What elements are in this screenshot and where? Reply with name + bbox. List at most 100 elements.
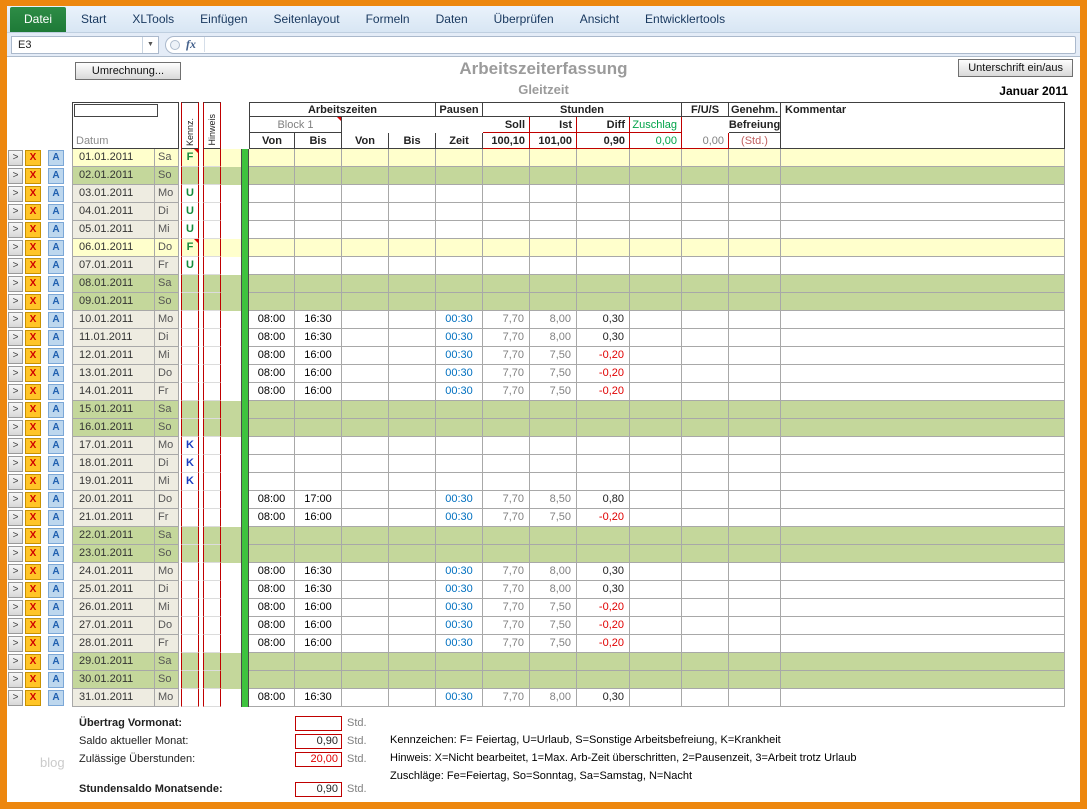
soll-cell[interactable] [483, 527, 530, 545]
befreiung-cell[interactable] [729, 365, 781, 383]
kommentar-cell[interactable] [781, 239, 1065, 257]
date-cell[interactable]: 01.01.2011 [72, 149, 155, 167]
soll-cell[interactable]: 7,70 [483, 635, 530, 653]
ist-cell[interactable]: 7,50 [530, 617, 577, 635]
ist-cell[interactable] [530, 185, 577, 203]
zuschlag-cell[interactable] [630, 185, 682, 203]
block2-von-cell[interactable] [342, 239, 389, 257]
hinweis-cell[interactable] [203, 473, 221, 491]
unterschrift-button[interactable]: Unterschrift ein/aus [958, 59, 1073, 77]
weekday-cell[interactable]: Mi [155, 599, 179, 617]
clear-row-button[interactable]: X [25, 438, 41, 454]
block2-bis-cell[interactable] [389, 437, 436, 455]
pause-zeit-cell[interactable]: 00:30 [436, 347, 483, 365]
block1-bis-cell[interactable] [295, 437, 342, 455]
date-cell[interactable]: 25.01.2011 [72, 581, 155, 599]
block1-von-cell[interactable] [249, 149, 295, 167]
hinweis-cell[interactable] [203, 311, 221, 329]
befreiung-cell[interactable] [729, 149, 781, 167]
kommentar-cell[interactable] [781, 167, 1065, 185]
ribbon-tab-formeln[interactable]: Formeln [353, 8, 423, 31]
block2-von-cell[interactable] [342, 329, 389, 347]
ist-cell[interactable]: 8,00 [530, 563, 577, 581]
kennz-cell[interactable] [181, 365, 199, 383]
pause-zeit-cell[interactable] [436, 653, 483, 671]
kennz-cell[interactable] [181, 293, 199, 311]
date-cell[interactable]: 28.01.2011 [72, 635, 155, 653]
expand-row-button[interactable]: > [8, 510, 23, 526]
tage-cell[interactable] [682, 203, 729, 221]
hinweis-cell[interactable] [203, 545, 221, 563]
hinweis-cell[interactable] [203, 671, 221, 689]
pause-zeit-cell[interactable]: 00:30 [436, 563, 483, 581]
zuschlag-cell[interactable] [630, 437, 682, 455]
befreiung-cell[interactable] [729, 581, 781, 599]
block2-von-cell[interactable] [342, 491, 389, 509]
kommentar-cell[interactable] [781, 599, 1065, 617]
ist-cell[interactable]: 7,50 [530, 635, 577, 653]
soll-cell[interactable] [483, 419, 530, 437]
ribbon-tab-seitenlayout[interactable]: Seitenlayout [261, 8, 353, 31]
diff-cell[interactable]: 0,30 [577, 329, 630, 347]
kennz-cell[interactable] [181, 545, 199, 563]
block2-von-cell[interactable] [342, 221, 389, 239]
total-ist[interactable]: 101,00 [530, 133, 577, 149]
apply-row-button[interactable]: A [48, 564, 64, 580]
block1-bis-cell[interactable] [295, 257, 342, 275]
soll-cell[interactable] [483, 149, 530, 167]
weekday-cell[interactable]: Fr [155, 257, 179, 275]
block1-von-cell[interactable] [249, 473, 295, 491]
zuschlag-cell[interactable] [630, 347, 682, 365]
soll-cell[interactable] [483, 455, 530, 473]
date-cell[interactable]: 29.01.2011 [72, 653, 155, 671]
pause-zeit-cell[interactable]: 00:30 [436, 599, 483, 617]
apply-row-button[interactable]: A [48, 294, 64, 310]
block1-von-cell[interactable] [249, 293, 295, 311]
expand-row-button[interactable]: > [8, 366, 23, 382]
tage-cell[interactable] [682, 149, 729, 167]
diff-cell[interactable]: 0,30 [577, 581, 630, 599]
weekday-cell[interactable]: Fr [155, 509, 179, 527]
befreiung-cell[interactable] [729, 473, 781, 491]
kennz-cell[interactable] [181, 599, 199, 617]
block1-bis-cell[interactable]: 16:00 [295, 617, 342, 635]
block1-bis-cell[interactable] [295, 545, 342, 563]
date-cell[interactable]: 08.01.2011 [72, 275, 155, 293]
pause-zeit-cell[interactable]: 00:30 [436, 491, 483, 509]
befreiung-cell[interactable] [729, 275, 781, 293]
block1-bis-cell[interactable]: 16:00 [295, 383, 342, 401]
zuschlag-cell[interactable] [630, 653, 682, 671]
diff-cell[interactable] [577, 527, 630, 545]
befreiung-cell[interactable] [729, 491, 781, 509]
befreiung-cell[interactable] [729, 689, 781, 707]
clear-row-button[interactable]: X [25, 366, 41, 382]
block2-bis-cell[interactable] [389, 365, 436, 383]
block1-bis-cell[interactable]: 16:30 [295, 563, 342, 581]
block2-von-cell[interactable] [342, 599, 389, 617]
tage-cell[interactable] [682, 293, 729, 311]
block1-von-cell[interactable]: 08:00 [249, 581, 295, 599]
block1-bis-cell[interactable] [295, 527, 342, 545]
hinweis-cell[interactable] [203, 347, 221, 365]
befreiung-cell[interactable] [729, 329, 781, 347]
weekday-cell[interactable]: Fr [155, 383, 179, 401]
ist-cell[interactable] [530, 401, 577, 419]
weekday-cell[interactable]: Di [155, 455, 179, 473]
summary-value-box[interactable]: 0,90 [295, 782, 342, 797]
hinweis-cell[interactable] [203, 185, 221, 203]
block1-von-cell[interactable]: 08:00 [249, 365, 295, 383]
clear-row-button[interactable]: X [25, 258, 41, 274]
clear-row-button[interactable]: X [25, 600, 41, 616]
ist-cell[interactable] [530, 419, 577, 437]
weekday-cell[interactable]: So [155, 671, 179, 689]
block2-bis-cell[interactable] [389, 509, 436, 527]
expand-row-button[interactable]: > [8, 168, 23, 184]
block2-von-cell[interactable] [342, 563, 389, 581]
kennz-cell[interactable] [181, 581, 199, 599]
hinweis-cell[interactable] [203, 527, 221, 545]
hinweis-cell[interactable] [203, 635, 221, 653]
pause-zeit-cell[interactable] [436, 257, 483, 275]
expand-row-button[interactable]: > [8, 600, 23, 616]
apply-row-button[interactable]: A [48, 330, 64, 346]
expand-row-button[interactable]: > [8, 240, 23, 256]
